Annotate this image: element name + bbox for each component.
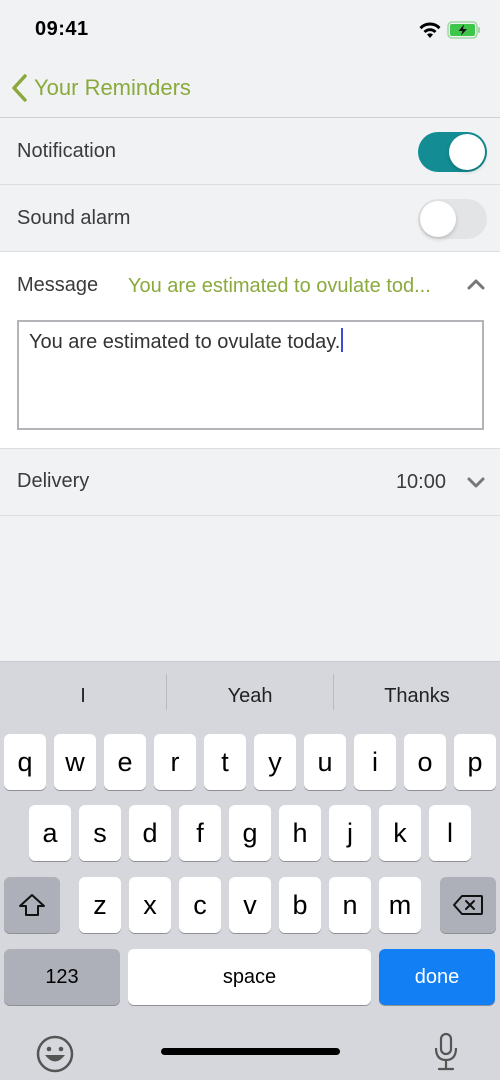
suggestion-item[interactable]: Yeah	[167, 662, 333, 730]
emoji-icon[interactable]	[36, 1035, 74, 1073]
key-e[interactable]: e	[104, 734, 146, 790]
chevron-down-icon[interactable]	[466, 476, 486, 490]
key-z[interactable]: z	[79, 877, 121, 933]
key-r[interactable]: r	[154, 734, 196, 790]
key-i[interactable]: i	[354, 734, 396, 790]
space-key[interactable]: space	[128, 949, 371, 1005]
microphone-icon[interactable]	[432, 1032, 460, 1072]
backspace-icon	[453, 895, 483, 915]
wifi-icon	[419, 22, 441, 38]
key-d[interactable]: d	[129, 805, 171, 861]
numbers-key[interactable]: 123	[4, 949, 120, 1005]
suggestion-item[interactable]: I	[0, 662, 166, 730]
key-c[interactable]: c	[179, 877, 221, 933]
done-key[interactable]: done	[379, 949, 495, 1005]
key-l[interactable]: l	[429, 805, 471, 861]
key-n[interactable]: n	[329, 877, 371, 933]
nav-bar: Your Reminders	[0, 60, 500, 118]
key-t[interactable]: t	[204, 734, 246, 790]
message-textarea[interactable]: You are estimated to ovulate today.	[17, 320, 484, 430]
sound-alarm-toggle[interactable]	[418, 199, 487, 239]
notification-label: Notification	[17, 140, 116, 162]
shift-icon	[19, 894, 45, 916]
key-k[interactable]: k	[379, 805, 421, 861]
chevron-up-icon[interactable]	[466, 277, 486, 291]
suggestion-bar: I Yeah Thanks	[0, 662, 500, 730]
text-cursor	[341, 328, 344, 352]
status-bar: 09:41	[0, 0, 500, 60]
keyboard: I Yeah Thanks q w e r t y u i o p a s d …	[0, 661, 500, 1080]
notification-toggle[interactable]	[418, 132, 487, 172]
key-f[interactable]: f	[179, 805, 221, 861]
battery-charging-icon	[447, 21, 480, 39]
key-q[interactable]: q	[4, 734, 46, 790]
toggle-knob	[449, 134, 485, 170]
home-indicator	[161, 1048, 340, 1055]
key-x[interactable]: x	[129, 877, 171, 933]
status-time: 09:41	[35, 18, 89, 40]
backspace-key[interactable]	[440, 877, 496, 933]
key-v[interactable]: v	[229, 877, 271, 933]
message-row: Message You are estimated to ovulate tod…	[0, 252, 500, 449]
delivery-row[interactable]: Delivery 10:00	[0, 449, 500, 516]
key-g[interactable]: g	[229, 805, 271, 861]
toggle-knob	[420, 201, 456, 237]
key-a[interactable]: a	[29, 805, 71, 861]
delivery-time: 10:00	[395, 471, 446, 493]
key-p[interactable]: p	[454, 734, 496, 790]
key-y[interactable]: y	[254, 734, 296, 790]
message-label: Message	[17, 274, 99, 296]
sound-alarm-row: Sound alarm	[0, 185, 500, 252]
key-s[interactable]: s	[79, 805, 121, 861]
shift-key[interactable]	[4, 877, 60, 933]
back-button[interactable]: Your Reminders	[10, 72, 191, 104]
key-w[interactable]: w	[54, 734, 96, 790]
key-b[interactable]: b	[279, 877, 321, 933]
delivery-label: Delivery	[17, 470, 90, 492]
notification-row: Notification	[0, 118, 500, 185]
chevron-left-icon	[12, 74, 27, 102]
sound-alarm-label: Sound alarm	[17, 207, 131, 229]
suggestion-item[interactable]: Thanks	[334, 662, 500, 730]
key-m[interactable]: m	[379, 877, 421, 933]
key-o[interactable]: o	[404, 734, 446, 790]
message-preview[interactable]: You are estimated to ovulate tod...	[128, 275, 448, 298]
key-j[interactable]: j	[329, 805, 371, 861]
back-label: Your Reminders	[34, 75, 191, 100]
message-text: You are estimated to ovulate today.	[29, 331, 341, 353]
key-h[interactable]: h	[279, 805, 321, 861]
key-u[interactable]: u	[304, 734, 346, 790]
